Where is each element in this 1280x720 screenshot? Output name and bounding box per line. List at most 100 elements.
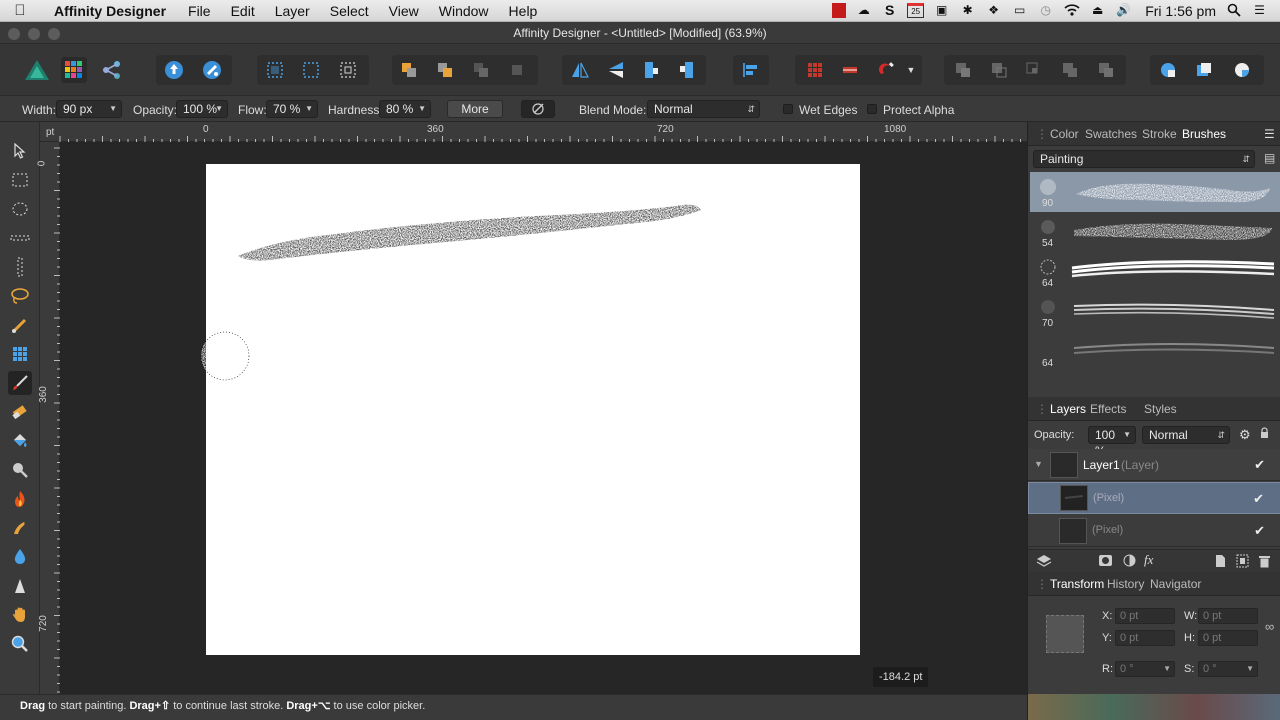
flip-vertical-icon[interactable] bbox=[603, 57, 629, 83]
calendar-icon[interactable]: 25 bbox=[907, 3, 925, 18]
x-field[interactable]: 0 pt bbox=[1115, 608, 1175, 624]
rotate-right-icon[interactable] bbox=[674, 57, 700, 83]
rectangular-marquee-tool-icon[interactable] bbox=[8, 168, 32, 192]
vertical-ruler[interactable]: 0 360 720 bbox=[36, 142, 60, 694]
cloud-icon[interactable]: ☁ bbox=[855, 3, 872, 18]
tab-stroke[interactable]: Stroke bbox=[1142, 127, 1177, 141]
add-layer-group-icon[interactable] bbox=[1236, 554, 1249, 571]
tab-history[interactable]: History bbox=[1107, 577, 1144, 591]
layer-row-selected[interactable]: (Pixel) ✔ bbox=[1028, 482, 1280, 514]
select-all-icon[interactable] bbox=[262, 57, 288, 83]
designer-persona-icon[interactable] bbox=[24, 57, 50, 83]
visibility-check-icon[interactable]: ✔ bbox=[1253, 491, 1264, 507]
eject-icon[interactable]: ⏏ bbox=[1089, 3, 1106, 18]
width-dropdown[interactable]: 90 px ▼ bbox=[56, 100, 122, 118]
dropbox-icon[interactable]: ❖ bbox=[985, 3, 1002, 18]
move-back-one-icon[interactable] bbox=[432, 57, 458, 83]
brush-item[interactable]: 64 bbox=[1030, 332, 1280, 372]
red-app-icon[interactable] bbox=[832, 3, 847, 18]
brush-category-dropdown[interactable]: Painting ⇵ bbox=[1033, 150, 1255, 168]
add-pixel-layer-icon[interactable] bbox=[1215, 554, 1226, 571]
boolean-intersect-icon[interactable] bbox=[1021, 57, 1047, 83]
elliptical-marquee-tool-icon[interactable] bbox=[8, 197, 32, 221]
flip-horizontal-icon[interactable] bbox=[567, 57, 593, 83]
brush-item[interactable]: 64 bbox=[1030, 252, 1280, 292]
erase-brush-tool-icon[interactable] bbox=[8, 400, 32, 424]
horizontal-ruler[interactable]: pt 0 360 720 1080 bbox=[40, 122, 1027, 142]
anchor-selector[interactable] bbox=[1046, 615, 1084, 653]
layer-blend-dropdown[interactable]: Normal ⇵ bbox=[1142, 426, 1230, 444]
insert-inside-icon[interactable] bbox=[1229, 57, 1255, 83]
burn-tool-icon[interactable] bbox=[8, 487, 32, 511]
volume-icon[interactable]: 🔊 bbox=[1115, 3, 1132, 18]
sharpen-tool-icon[interactable] bbox=[8, 574, 32, 598]
layer-row[interactable]: ▼ Layer1 (Layer) ✔ bbox=[1028, 449, 1280, 481]
protect-alpha-checkbox[interactable] bbox=[867, 104, 877, 114]
display-icon[interactable]: ▣ bbox=[933, 3, 950, 18]
panel-menu-icon[interactable]: ☰ bbox=[1264, 127, 1275, 141]
shear-field[interactable]: 0 ° ▼ bbox=[1198, 661, 1258, 677]
tab-transform[interactable]: Transform bbox=[1050, 577, 1104, 591]
boolean-subtract-icon[interactable] bbox=[986, 57, 1012, 83]
visibility-check-icon[interactable]: ✔ bbox=[1254, 523, 1265, 539]
move-tool-icon[interactable] bbox=[8, 139, 32, 163]
y-field[interactable]: 0 pt bbox=[1115, 630, 1175, 646]
menu-edit[interactable]: Edit bbox=[221, 3, 265, 19]
brush-item[interactable]: 54 bbox=[1030, 212, 1280, 252]
brush-item-partial[interactable] bbox=[1030, 376, 1280, 396]
brush-item[interactable]: 70 bbox=[1030, 292, 1280, 332]
wifi-icon[interactable] bbox=[1063, 3, 1080, 18]
close-window-button[interactable] bbox=[8, 28, 20, 40]
boolean-xor-icon[interactable] bbox=[1057, 57, 1083, 83]
freehand-selection-tool-icon[interactable] bbox=[8, 284, 32, 308]
brush-list-view-icon[interactable]: ▤ bbox=[1264, 151, 1275, 165]
menu-layer[interactable]: Layer bbox=[265, 3, 320, 19]
lock-icon[interactable] bbox=[1260, 427, 1269, 438]
document-canvas[interactable] bbox=[206, 164, 860, 655]
search-icon[interactable] bbox=[1225, 3, 1242, 18]
link-aspect-icon[interactable]: ∞ bbox=[1265, 619, 1274, 634]
pixel-persona-icon[interactable] bbox=[61, 57, 87, 83]
boolean-add-icon[interactable] bbox=[950, 57, 976, 83]
insert-top-icon[interactable] bbox=[1191, 57, 1217, 83]
menu-help[interactable]: Help bbox=[499, 3, 548, 19]
flow-dropdown[interactable]: 70 % ▼ bbox=[266, 100, 318, 118]
snapping-dropdown-icon[interactable]: ▼ bbox=[903, 57, 919, 83]
menu-select[interactable]: Select bbox=[320, 3, 379, 19]
delete-layer-icon[interactable] bbox=[1259, 554, 1270, 571]
zoom-tool-icon[interactable] bbox=[8, 632, 32, 656]
bluetooth-icon[interactable]: ✱ bbox=[959, 3, 976, 18]
menu-file[interactable]: File bbox=[178, 3, 221, 19]
w-field[interactable]: 0 pt bbox=[1198, 608, 1258, 624]
blur-tool-icon[interactable] bbox=[8, 545, 32, 569]
stabilizer-icon[interactable] bbox=[521, 100, 555, 118]
smudge-tool-icon[interactable] bbox=[8, 516, 32, 540]
paint-brush-tool-icon[interactable] bbox=[8, 371, 32, 395]
more-button[interactable]: More bbox=[447, 100, 503, 118]
move-to-back-icon[interactable] bbox=[396, 57, 422, 83]
alignment-icon[interactable] bbox=[738, 57, 764, 83]
move-forward-one-icon[interactable] bbox=[468, 57, 494, 83]
time-machine-icon[interactable]: ◷ bbox=[1037, 3, 1054, 18]
menu-view[interactable]: View bbox=[379, 3, 429, 19]
tab-layers[interactable]: Layers bbox=[1050, 402, 1086, 416]
canvas-area[interactable] bbox=[60, 142, 1027, 694]
rotate-left-icon[interactable] bbox=[638, 57, 664, 83]
dodge-tool-icon[interactable] bbox=[8, 458, 32, 482]
export-persona-icon[interactable] bbox=[99, 57, 125, 83]
layer-row[interactable]: (Pixel) ✔ bbox=[1028, 515, 1280, 547]
snapping-magnet-icon[interactable] bbox=[873, 57, 899, 83]
fx-effects-icon[interactable]: fx bbox=[1144, 552, 1153, 568]
h-field[interactable]: 0 pt bbox=[1198, 630, 1258, 646]
layer-opacity-dropdown[interactable]: 100 %▼ bbox=[1088, 426, 1136, 458]
wet-edges-checkbox[interactable] bbox=[783, 104, 793, 114]
brush-item[interactable]: 90 bbox=[1030, 172, 1280, 212]
notification-center-icon[interactable]: ☰ bbox=[1251, 3, 1268, 18]
menubar-clock[interactable]: Fri 1:56 pm bbox=[1141, 3, 1216, 19]
panel-grip-icon[interactable]: ⋮ bbox=[1036, 402, 1048, 416]
flood-fill-tool-icon[interactable] bbox=[8, 429, 32, 453]
adjustment-icon[interactable] bbox=[1123, 554, 1136, 570]
zoom-window-button[interactable] bbox=[48, 28, 60, 40]
insert-behind-icon[interactable] bbox=[1155, 57, 1181, 83]
panel-grip-icon[interactable]: ⋮ bbox=[1036, 127, 1048, 141]
